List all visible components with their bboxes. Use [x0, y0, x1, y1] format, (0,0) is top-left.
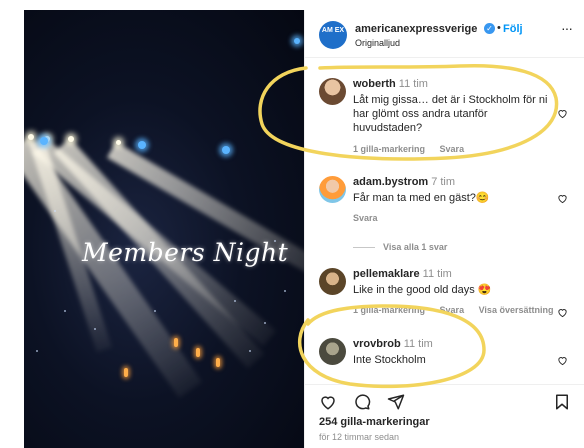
comment-likes[interactable]: 1 gilla-markering: [353, 144, 425, 154]
comment-username[interactable]: woberth 11 tim: [353, 78, 428, 90]
members-night-title: Members Night: [82, 238, 289, 267]
follow-button[interactable]: Följ: [503, 23, 523, 35]
like-heart-icon[interactable]: [557, 108, 568, 119]
blue-light: [294, 38, 300, 44]
crowd-phone-light: [54, 210, 56, 212]
comment-time: 11 tim: [403, 338, 433, 350]
stage-flame: [124, 368, 128, 377]
comment-meta: Svara: [353, 213, 390, 223]
stage-light: [68, 136, 74, 142]
reply-button[interactable]: Svara: [440, 305, 465, 315]
post-media[interactable]: Members Night: [24, 10, 304, 448]
reply-button[interactable]: Svara: [440, 144, 465, 154]
view-replies-button[interactable]: Visa alla 1 svar: [353, 242, 447, 252]
separator-dot: •: [497, 22, 501, 34]
comment-username[interactable]: vrovbrob 11 tim: [353, 338, 433, 350]
share-icon[interactable]: [387, 393, 405, 411]
avatar[interactable]: [319, 268, 346, 295]
stage-flame: [216, 358, 220, 367]
replies-divider: [353, 247, 375, 249]
audio-label[interactable]: Originalljud: [355, 38, 400, 48]
comment-time: 11 tim: [422, 268, 452, 280]
comments-panel: AM EX americanexpressverige ✓ • Följ Ori…: [304, 10, 584, 448]
comment-text: Får man ta med en gäst?😊: [353, 192, 490, 204]
avatar[interactable]: [319, 176, 346, 203]
stage-light: [116, 140, 121, 145]
verified-badge-icon: ✓: [484, 23, 495, 34]
stage-flame: [174, 338, 178, 347]
crowd-phone-light: [249, 350, 251, 352]
post-header: AM EX americanexpressverige ✓ • Följ Ori…: [305, 10, 584, 58]
more-options-icon[interactable]: ···: [561, 20, 573, 36]
comment-item: woberth 11 tim Låt mig gissa… det är i St…: [305, 78, 584, 160]
comment-time: 11 tim: [398, 78, 428, 90]
like-heart-icon[interactable]: [319, 393, 337, 411]
blue-light: [138, 141, 146, 149]
crowd-phone-light: [36, 350, 38, 352]
comment-text: Like in the good old days 😍: [353, 284, 492, 296]
like-heart-icon[interactable]: [557, 355, 568, 366]
comment-item: vrovbrob 11 tim Inte Stockholm: [305, 338, 584, 374]
post-actions: [305, 384, 584, 412]
avatar[interactable]: [319, 338, 346, 365]
crowd-phone-light: [154, 310, 156, 312]
crowd-phone-light: [234, 300, 236, 302]
crowd-phone-light: [264, 322, 266, 324]
comment-text: Inte Stockholm: [353, 354, 426, 366]
comment-likes[interactable]: 1 gilla-markering: [353, 305, 425, 315]
post-timestamp: för 12 timmar sedan: [319, 432, 400, 442]
likes-count[interactable]: 254 gilla-markeringar: [319, 416, 430, 428]
translate-button[interactable]: Visa översättning: [479, 305, 554, 315]
comment-icon[interactable]: [353, 393, 371, 411]
account-username[interactable]: americanexpressverige: [355, 23, 477, 35]
blue-light: [40, 137, 48, 145]
like-heart-icon[interactable]: [557, 193, 568, 204]
comment-item: adam.bystrom 7 tim Får man ta med en gäst…: [305, 176, 584, 256]
like-heart-icon[interactable]: [557, 307, 568, 318]
left-gutter: [0, 0, 24, 448]
blue-light: [222, 146, 230, 154]
bookmark-icon[interactable]: [553, 393, 571, 411]
comment-meta: 1 gilla-markering Svara: [353, 144, 476, 154]
reply-button[interactable]: Svara: [353, 213, 378, 223]
comment-time: 7 tim: [431, 176, 456, 188]
comment-username[interactable]: adam.bystrom 7 tim: [353, 176, 455, 188]
crowd-phone-light: [94, 328, 96, 330]
comment-username[interactable]: pellemaklare 11 tim: [353, 268, 452, 280]
account-avatar[interactable]: AM EX: [319, 21, 347, 49]
crowd-phone-light: [64, 310, 66, 312]
stage-light: [28, 134, 34, 140]
view-replies-label[interactable]: Visa alla 1 svar: [383, 242, 447, 252]
crowd-phone-light: [284, 290, 286, 292]
avatar[interactable]: [319, 78, 346, 105]
stage-flame: [196, 348, 200, 357]
comment-meta: 1 gilla-markering Svara Visa översättnin…: [353, 305, 565, 315]
comment-item: pellemaklare 11 tim Like in the good old …: [305, 268, 584, 318]
comment-text: Låt mig gissa… det är i Stockholm för ni…: [353, 94, 548, 134]
